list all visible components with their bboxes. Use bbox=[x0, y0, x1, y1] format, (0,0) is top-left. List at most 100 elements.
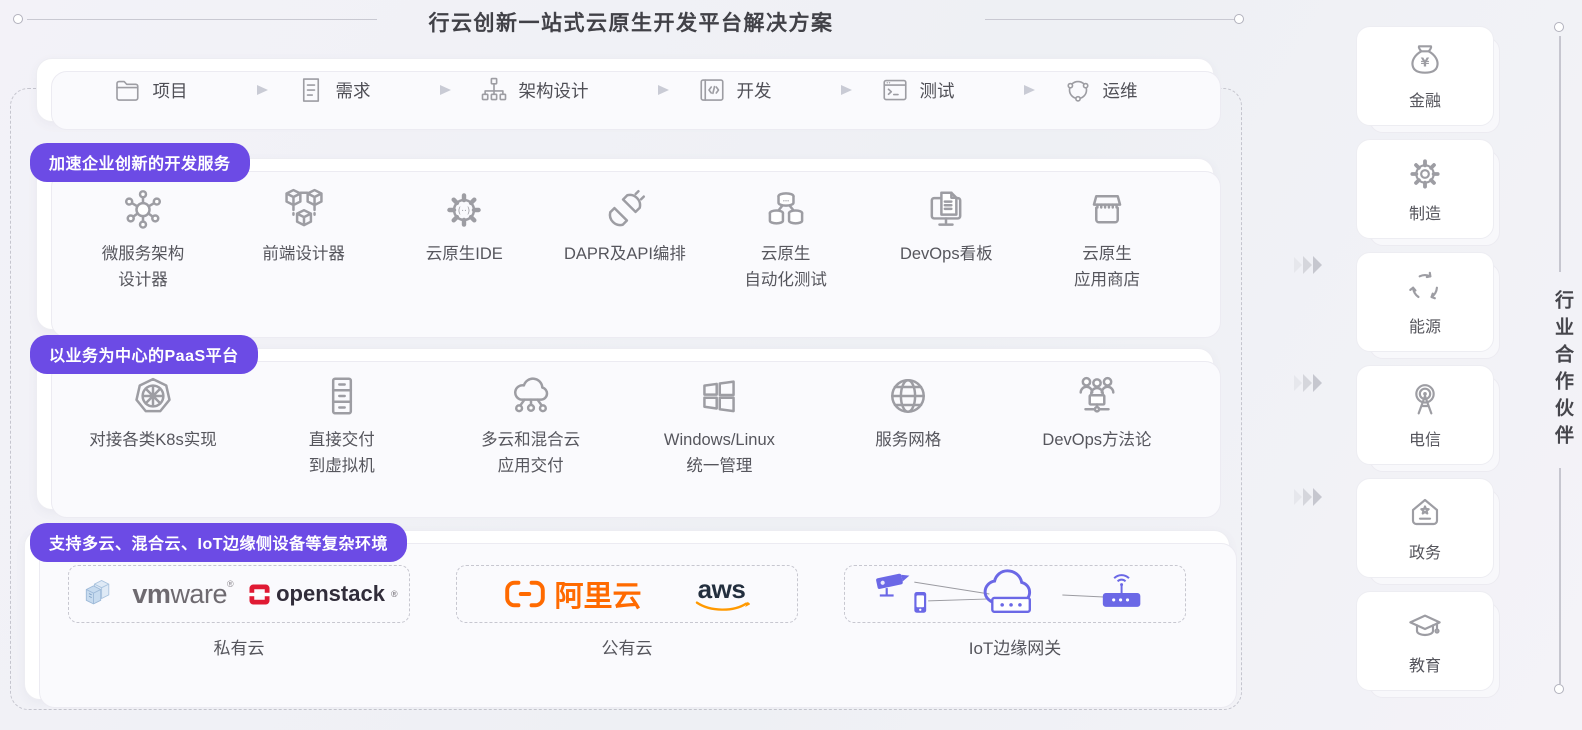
workflow-bar: 项目 需求 架构设计 开发 测试 运维 bbox=[36, 58, 1221, 130]
env-label: 公有云 bbox=[601, 639, 653, 658]
kubernetes-icon bbox=[135, 377, 171, 413]
flow-step-label: 测试 bbox=[919, 80, 955, 101]
service-label: 应用商店 bbox=[1073, 270, 1140, 289]
partner-card-education: 教育 bbox=[1356, 591, 1500, 698]
aliyun-brackets-icon bbox=[505, 580, 546, 608]
service-label: 自动化测试 bbox=[744, 270, 827, 289]
flow-step-label: 运维 bbox=[1102, 80, 1138, 101]
camera-icon bbox=[876, 573, 910, 597]
service-item-app-store: 云原生 应用商店 bbox=[1031, 187, 1183, 293]
service-label: 应用交付 bbox=[497, 456, 564, 475]
openstack-icon bbox=[249, 583, 271, 605]
partner-label: 金融 bbox=[1408, 93, 1441, 110]
service-label: 统一管理 bbox=[686, 456, 753, 475]
windows-icon bbox=[703, 380, 736, 413]
paas-item-service-mesh: 服务网格 bbox=[822, 373, 994, 479]
title-rule-right bbox=[985, 19, 1235, 20]
flow-step-label: 需求 bbox=[335, 80, 371, 101]
flow-arrow-icon bbox=[616, 85, 669, 95]
monitor-doc-icon bbox=[930, 191, 962, 226]
svg-text:(··): (··) bbox=[458, 206, 470, 216]
server-boxes-icon bbox=[86, 579, 110, 605]
service-item-devops-board: DevOps看板 bbox=[870, 187, 1022, 293]
aws-logo: aws bbox=[694, 576, 750, 613]
dev-services-badge: 加速企业创新的开发服务 bbox=[30, 143, 250, 182]
rail-line-bottom bbox=[1559, 468, 1561, 684]
graduation-cap-icon bbox=[1409, 614, 1441, 637]
page-title: 行云创新一站式云原生开发平台解决方案 bbox=[428, 12, 834, 35]
private-cloud-box: vmware® openstack ® bbox=[68, 565, 410, 623]
flow-step-operations: 运维 bbox=[1063, 75, 1138, 105]
server-rack-icon bbox=[331, 377, 352, 415]
service-label: 到虚拟机 bbox=[308, 456, 375, 475]
paas-item-k8s: 对接各类K8s实现 bbox=[67, 373, 239, 479]
microservice-icon bbox=[124, 190, 162, 229]
database-cluster-icon bbox=[768, 192, 803, 225]
partner-label: 电信 bbox=[1408, 432, 1441, 449]
antenna-tower-icon bbox=[1415, 384, 1435, 415]
double-chevron-icon bbox=[1294, 374, 1322, 392]
cubes-icon bbox=[284, 188, 323, 227]
partner-label: 能源 bbox=[1408, 319, 1441, 336]
paas-item-vm-delivery: 直接交付 到虚拟机 bbox=[256, 373, 428, 479]
env-label: 私有云 bbox=[213, 639, 265, 658]
aliyun-logo: 阿里云 bbox=[504, 573, 642, 615]
ops-cycle-icon bbox=[1066, 80, 1089, 102]
service-label: DAPR及API编排 bbox=[564, 245, 686, 263]
dev-services-panel: 微服务架构 设计器 前端设计器 (··) 云原生IDE DAPR及API编排 云原… bbox=[36, 158, 1221, 338]
svg-text:¥: ¥ bbox=[1421, 54, 1430, 69]
flow-step-develop: 开发 bbox=[697, 75, 772, 105]
gear-icon bbox=[1410, 159, 1440, 189]
flow-arrow-icon bbox=[215, 85, 268, 95]
folder-icon bbox=[115, 80, 139, 101]
service-label: 对接各类K8s实现 bbox=[89, 431, 217, 449]
public-cloud-box: 阿里云 aws bbox=[456, 565, 798, 623]
router-icon bbox=[1102, 574, 1141, 607]
flow-step-label: 项目 bbox=[152, 80, 188, 101]
service-item-cloudnative-ide: (··) 云原生IDE bbox=[388, 187, 540, 293]
rail-top-dot bbox=[1554, 22, 1564, 32]
service-label: 直接交付 bbox=[308, 431, 375, 449]
cloud-network-icon bbox=[513, 377, 548, 413]
flow-arrow-icon bbox=[799, 85, 852, 95]
partner-card-manufacturing: 制造 bbox=[1356, 139, 1500, 246]
industry-partners-column: ¥ 金融 制造 能源 电信 政务 教育 bbox=[1356, 26, 1500, 698]
storefront-icon bbox=[1092, 194, 1122, 224]
vmware-logo: vmware® bbox=[132, 578, 234, 609]
double-chevron-icon bbox=[1294, 488, 1322, 506]
partner-label: 政务 bbox=[1408, 545, 1441, 562]
flow-arrow-icon bbox=[398, 85, 451, 95]
flow-step-label: 开发 bbox=[736, 80, 772, 101]
government-icon bbox=[1411, 498, 1439, 526]
flow-step-project: 项目 bbox=[113, 75, 188, 105]
partner-card-government: 政务 bbox=[1356, 478, 1500, 585]
team-board-icon bbox=[1079, 376, 1115, 413]
service-label: 云原生 bbox=[760, 245, 811, 263]
iot-gateway-box bbox=[844, 565, 1186, 623]
env-public-cloud: 阿里云 aws 公有云 bbox=[456, 565, 798, 659]
partner-card-finance: ¥ 金融 bbox=[1356, 26, 1500, 133]
globe-icon bbox=[891, 379, 926, 413]
flow-step-label: 架构设计 bbox=[518, 80, 589, 101]
partner-card-telecom: 电信 bbox=[1356, 365, 1500, 472]
recycle-icon bbox=[1409, 271, 1438, 300]
gear-code-icon: (··) bbox=[447, 193, 482, 227]
env-label: IoT边缘网关 bbox=[968, 639, 1062, 658]
flow-step-test: 测试 bbox=[880, 75, 955, 105]
service-label: DevOps方法论 bbox=[1042, 431, 1152, 449]
terminal-icon bbox=[882, 79, 907, 101]
service-item-autotest: 云原生 自动化测试 bbox=[710, 187, 862, 293]
environments-badge: 支持多云、混合云、IoT边缘侧设备等复杂环境 bbox=[30, 523, 407, 562]
paas-item-multicloud-delivery: 多云和混合云 应用交付 bbox=[445, 373, 617, 479]
flow-arrow-icon bbox=[982, 85, 1035, 95]
paas-item-devops-methodology: DevOps方法论 bbox=[1011, 373, 1183, 479]
aws-smile-icon bbox=[695, 600, 750, 611]
service-item-frontend-designer: 前端设计器 bbox=[228, 187, 380, 293]
service-item-microservice-designer: 微服务架构 设计器 bbox=[67, 187, 219, 293]
service-label: 云原生IDE bbox=[425, 245, 503, 263]
partner-card-energy: 能源 bbox=[1356, 252, 1500, 359]
solution-diagram: 行云创新一站式云原生开发平台解决方案 项目 需求 架构设计 开发 测试 运维 加… bbox=[0, 0, 1582, 730]
title-rule-left bbox=[27, 19, 377, 20]
phone-icon bbox=[914, 592, 927, 613]
title-rule-left-dot bbox=[13, 14, 23, 24]
